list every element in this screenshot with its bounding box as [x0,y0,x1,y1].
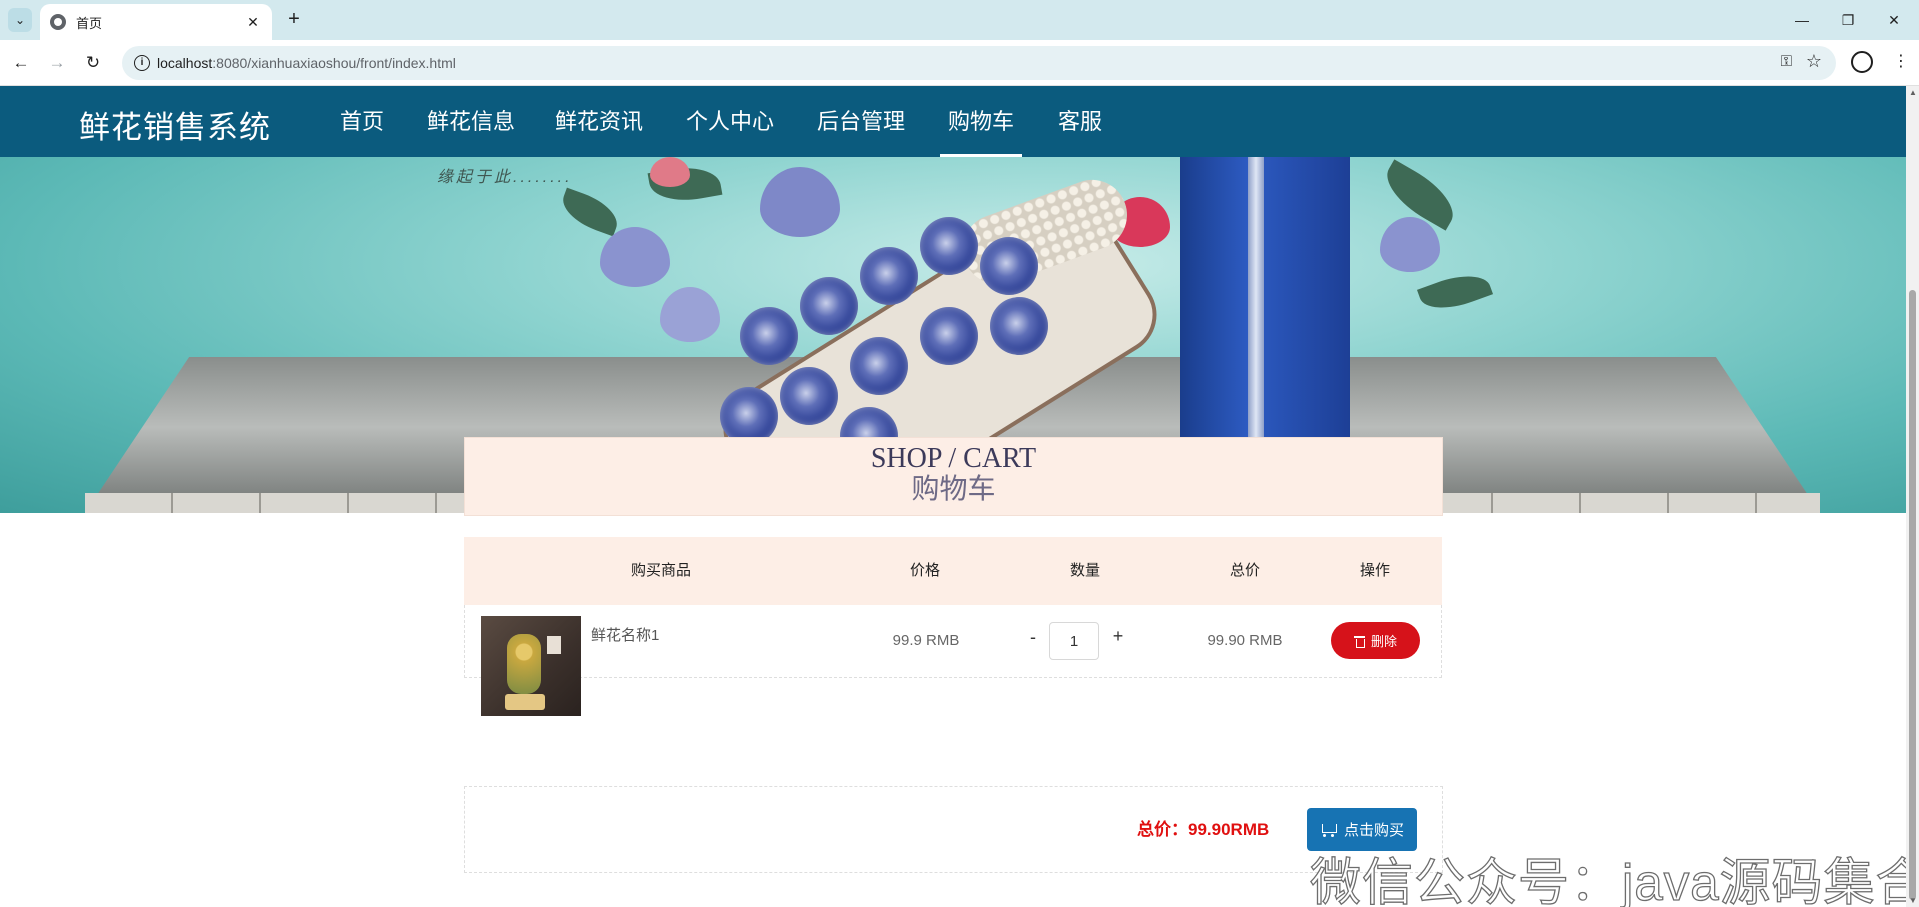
item-subtotal: 99.90 RMB [1207,632,1283,649]
banner-leaf [1416,265,1494,319]
banner-rose [850,337,908,395]
site-logo: 鲜花销售系统 [79,110,271,145]
watermark: 微信公众号：java源码集合 [1309,853,1906,907]
banner-rose [780,367,838,425]
url-text[interactable]: localhost:8080/xianhuaxiaoshou/front/ind… [157,55,456,71]
page-viewport: 鲜花销售系统 首页 鲜花信息 鲜花资讯 个人中心 后台管理 购物车 客服 缘起于… [0,86,1906,907]
cart-title-cn: 购物车 [911,474,996,505]
banner-gift-ribbon [1248,157,1264,477]
key-icon[interactable]: ⚿ [1781,53,1792,70]
banner-rose [920,217,978,275]
delete-button[interactable]: 删除 [1331,622,1420,659]
reload-icon[interactable]: ↻ [81,51,105,75]
banner-rose [920,307,978,365]
trash-icon [1353,635,1365,648]
scroll-up-icon[interactable]: ▲ [1909,88,1917,97]
nav-item-customer-service[interactable]: 客服 [1058,86,1102,157]
nav-item-flower-info[interactable]: 鲜花信息 [427,86,515,157]
cart-table: 购买商品 价格 数量 总价 操作 鲜花名称1 99.9 RMB - + 99.9… [464,537,1442,716]
scrollbar-thumb[interactable] [1909,290,1916,900]
menu-icon[interactable]: ⋮ [1893,51,1909,71]
nav-item-cart[interactable]: 购物车 [939,86,1023,157]
browser-tab[interactable]: 首页 ✕ [40,4,272,40]
quantity-increase-button[interactable]: + [1108,626,1128,647]
cart-total-box: 总价：99.90RMB 点击购买 [464,786,1443,873]
globe-icon [50,14,66,30]
cart-title-box: SHOP / CART 购物车 [464,437,1443,516]
column-header-product: 购买商品 [630,562,692,579]
banner-rose [800,277,858,335]
banner-flower [760,167,840,237]
star-icon[interactable]: ☆ [1806,51,1822,72]
quantity-input[interactable] [1049,622,1099,660]
quantity-decrease-button[interactable]: - [1023,627,1043,648]
cart-title-en: SHOP / CART [870,443,1037,474]
back-icon[interactable]: ← [9,51,33,75]
restore-button[interactable]: ❐ [1825,8,1871,32]
column-header-quantity: 数量 [1069,562,1101,579]
page-scrollbar[interactable]: ▲ ▼ [1906,86,1919,907]
table-row: 鲜花名称1 99.9 RMB - + 99.90 RMB 删除 [464,605,1442,716]
banner-tagline: 缘起于此........ [437,169,573,186]
browser-toolbar: ← → ↻ i localhost:8080/xianhuaxiaoshou/f… [0,40,1919,86]
new-tab-button[interactable]: + [282,8,306,32]
nav-item-personal-center[interactable]: 个人中心 [686,86,774,157]
banner-leaf [556,187,624,237]
column-header-price: 价格 [909,562,941,579]
product-name[interactable]: 鲜花名称1 [591,624,659,645]
nav-item-admin[interactable]: 后台管理 [817,86,905,157]
nav-item-flower-news[interactable]: 鲜花资讯 [555,86,643,157]
close-window-button[interactable]: ✕ [1871,8,1917,32]
address-bar[interactable]: i localhost:8080/xianhuaxiaoshou/front/i… [122,46,1836,80]
banner-rose [980,237,1038,295]
minimize-button[interactable]: — [1779,8,1825,32]
banner-rose [740,307,798,365]
tab-close-icon[interactable]: ✕ [244,14,262,31]
info-icon[interactable]: i [134,55,150,71]
banner-rose [860,247,918,305]
cart-total: 总价：99.90RMB [1137,820,1270,839]
site-header: 鲜花销售系统 首页 鲜花信息 鲜花资讯 个人中心 后台管理 购物车 客服 [0,86,1906,157]
column-header-action: 操作 [1359,562,1391,579]
banner-rose [990,297,1048,355]
product-price: 99.9 RMB [892,632,960,649]
tab-search-icon[interactable]: ⌄ [8,8,32,32]
profile-icon[interactable] [1851,51,1873,73]
cart-table-header: 购买商品 价格 数量 总价 操作 [464,537,1442,605]
shopping-cart-icon [1320,823,1337,837]
banner-flower [650,157,690,187]
column-header-subtotal: 总价 [1229,562,1261,579]
browser-tabstrip: ⌄ 首页 ✕ + — ❐ ✕ [0,0,1919,40]
banner-flower [660,287,720,342]
product-image[interactable] [481,616,581,716]
tab-title: 首页 [76,15,103,31]
nav-item-home[interactable]: 首页 [340,86,384,157]
checkout-button-label: 点击购买 [1343,822,1404,839]
banner-gift-box [1180,157,1350,477]
banner-flower [1380,217,1440,272]
forward-icon[interactable]: → [45,51,69,75]
scroll-down-icon[interactable]: ▼ [1909,896,1917,905]
delete-button-label: 删除 [1370,634,1397,649]
banner-flower [600,227,670,287]
